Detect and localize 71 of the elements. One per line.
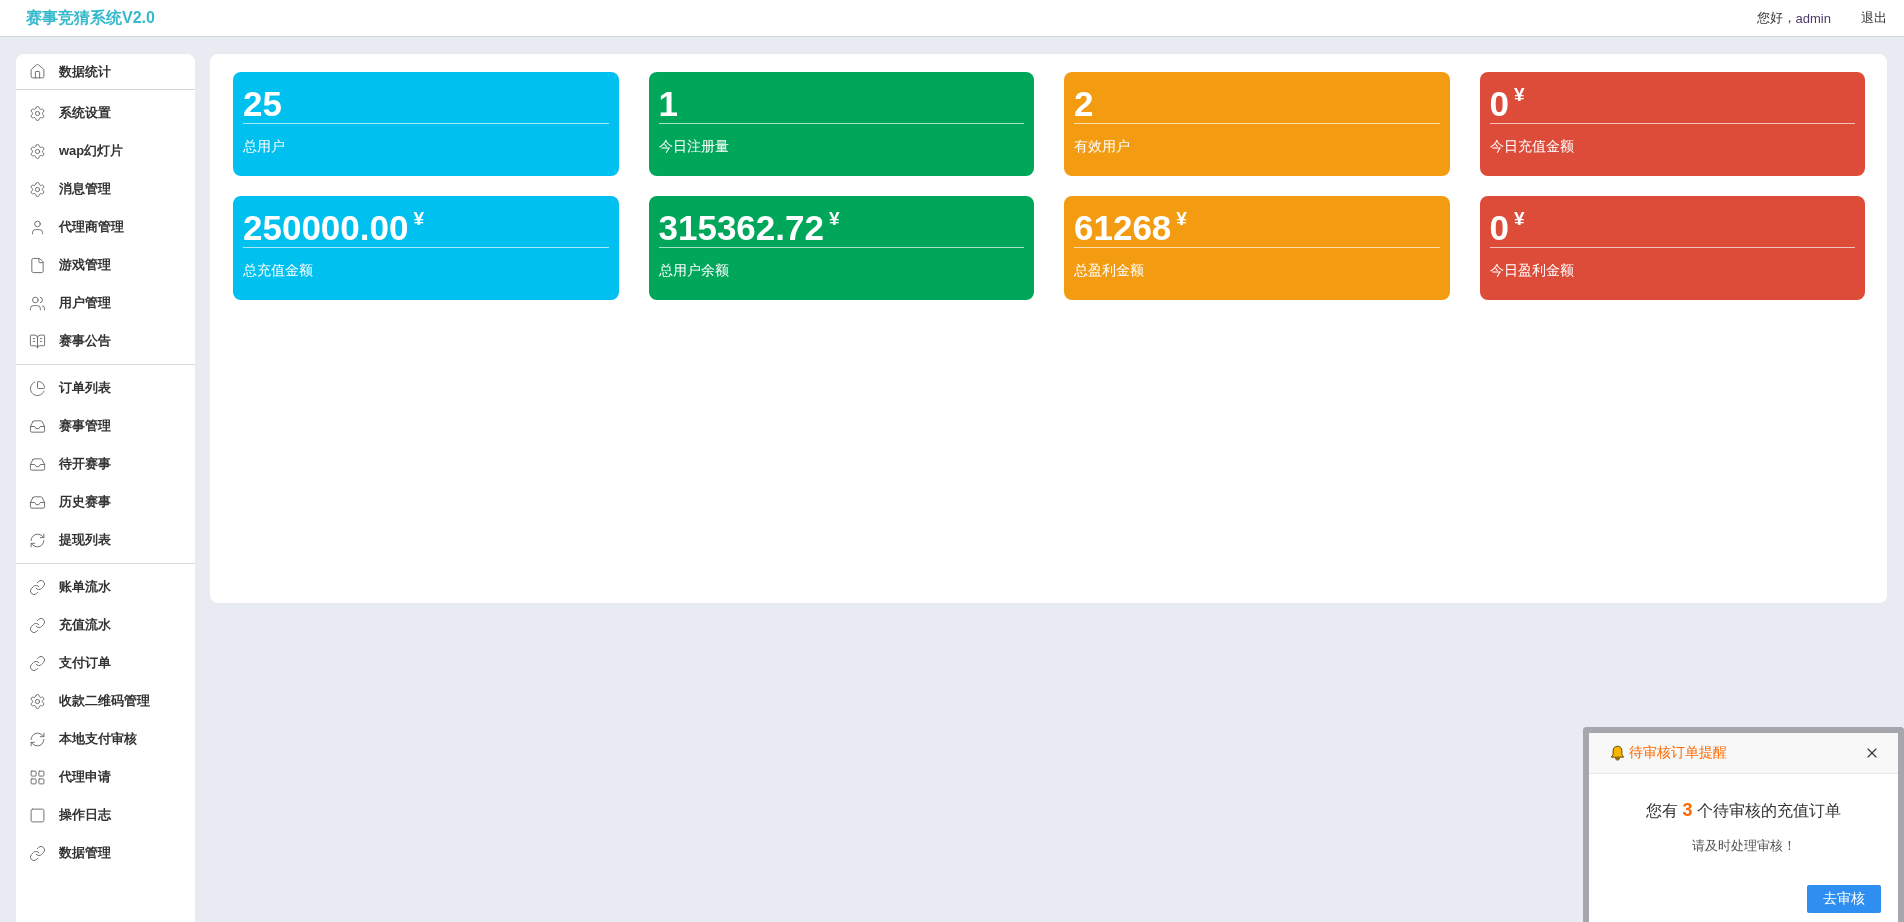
currency-unit: ¥: [1513, 84, 1525, 106]
sidebar-item[interactable]: 订单列表: [16, 369, 195, 407]
popup-note: 请及时处理审核！: [1691, 837, 1796, 855]
users-icon: [29, 294, 46, 312]
gear-icon: [29, 180, 46, 198]
file-icon: [29, 256, 46, 274]
inbox-icon: [29, 493, 46, 511]
currency-unit: ¥: [828, 208, 840, 230]
sidebar-item[interactable]: 用户管理: [16, 284, 195, 322]
stat-label: 总盈利金额: [1074, 261, 1145, 280]
book-icon: [29, 332, 46, 350]
stat-label: 有效用户: [1074, 137, 1131, 156]
currency-unit: ¥: [413, 208, 425, 230]
logout-link[interactable]: 退出: [1861, 9, 1887, 27]
square-icon: [29, 806, 46, 824]
gear-icon: [29, 692, 46, 710]
stat-label: 总用户: [243, 137, 286, 156]
stat-label: 今日盈利金额: [1489, 261, 1575, 280]
pie-chart-icon: [29, 379, 46, 397]
link-icon: [29, 616, 46, 634]
stat-value: 25: [243, 84, 282, 124]
popup-message: 您有 3 个待审核的充值订单: [1646, 799, 1841, 822]
home-icon: [29, 63, 46, 80]
sidebar-item[interactable]: 系统设置: [16, 94, 195, 132]
stat-value: 250000.00: [243, 208, 409, 248]
sidebar-item[interactable]: 代理商管理: [16, 208, 195, 246]
username-link[interactable]: admin: [1795, 10, 1831, 26]
user-icon: [29, 218, 46, 236]
link-icon: [29, 578, 46, 596]
refresh-icon: [29, 531, 46, 549]
currency-unit: ¥: [1176, 208, 1187, 230]
refresh-icon: [29, 730, 46, 748]
sidebar-item[interactable]: 提现列表: [16, 521, 195, 559]
stat-label: 总用户余额: [658, 261, 730, 280]
sidebar-item[interactable]: 本地支付审核: [16, 720, 195, 758]
sidebar-item[interactable]: 赛事公告: [16, 322, 195, 360]
sidebar-item[interactable]: 支付订单: [16, 644, 195, 682]
app-title: 赛事竞猜系统V2.0: [26, 7, 155, 28]
gear-icon: [29, 104, 46, 122]
stat-value: 2: [1074, 84, 1094, 124]
stat-value: 1: [658, 84, 678, 124]
link-icon: [29, 844, 46, 862]
stat-label: 总充值金额: [243, 261, 314, 280]
sidebar-item[interactable]: 待开赛事: [16, 445, 195, 483]
greeting-text: 您好，: [1756, 9, 1796, 27]
sidebar-item[interactable]: 代理申请: [16, 758, 195, 796]
sidebar-item[interactable]: 收款二维码管理: [16, 682, 195, 720]
currency-unit: ¥: [1513, 208, 1525, 230]
grid-icon: [29, 768, 46, 786]
stat-value: 61268: [1074, 208, 1172, 248]
bell-icon: [1610, 745, 1625, 761]
popup-title: 待审核订单提醒: [1629, 744, 1727, 762]
sidebar-item[interactable]: 消息管理: [16, 170, 195, 208]
link-icon: [29, 654, 46, 672]
gear-icon: [29, 142, 46, 160]
sidebar-item[interactable]: 数据统计: [16, 54, 195, 89]
stat-value: 0: [1489, 208, 1509, 248]
inbox-icon: [29, 455, 46, 473]
sidebar-item[interactable]: 操作日志: [16, 796, 195, 834]
stat-label: 今日注册量: [658, 137, 730, 156]
sidebar-item[interactable]: 数据管理: [16, 834, 195, 872]
stat-value: 315362.72: [658, 208, 824, 248]
stat-label: 今日充值金额: [1489, 137, 1575, 156]
sidebar-item[interactable]: wap幻灯片: [16, 132, 195, 170]
sidebar-item[interactable]: 游戏管理: [16, 246, 195, 284]
sidebar-item[interactable]: 充值流水: [16, 606, 195, 644]
sidebar-item[interactable]: 账单流水: [16, 568, 195, 606]
sidebar-item[interactable]: 赛事管理: [16, 407, 195, 445]
inbox-icon: [29, 417, 46, 435]
sidebar-item[interactable]: 历史赛事: [16, 483, 195, 521]
stat-value: 0: [1489, 84, 1509, 124]
